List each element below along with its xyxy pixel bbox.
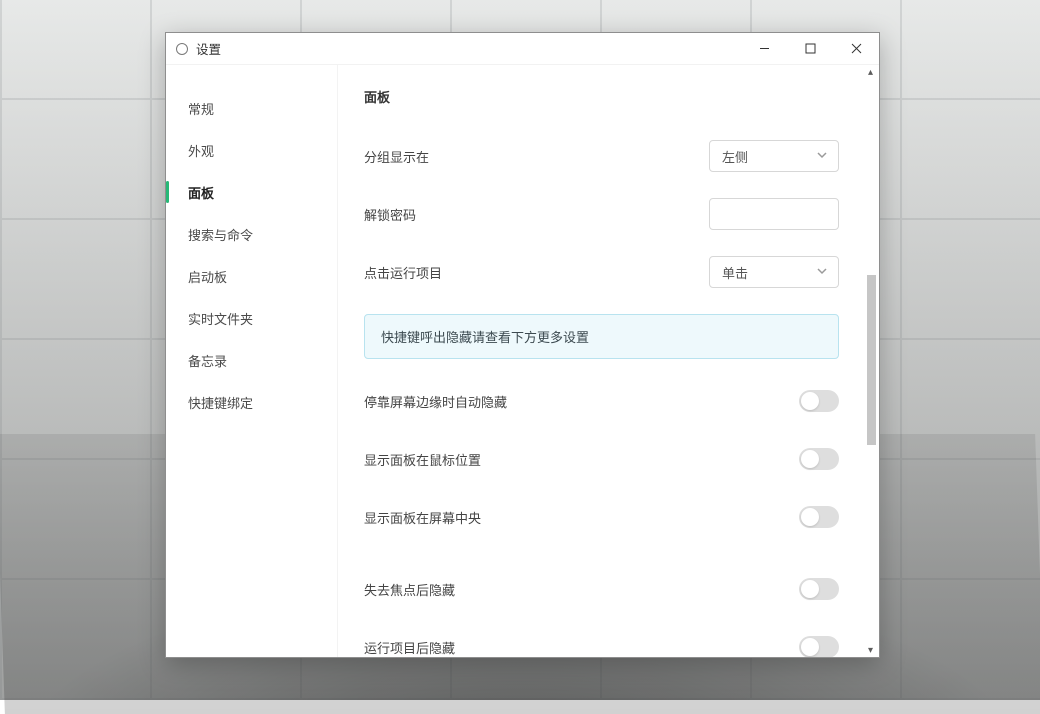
scrollbar-thumb[interactable] xyxy=(867,275,876,445)
sidebar-item-label: 快捷键绑定 xyxy=(188,393,253,412)
info-text: 快捷键呼出隐藏请查看下方更多设置 xyxy=(381,330,589,345)
group-display-select[interactable]: 左侧 xyxy=(709,140,839,172)
settings-window: 设置 常规 外观 面板 搜索与命令 启动板 实时文件夹 备忘录 快捷键绑定 面板 xyxy=(165,32,880,658)
close-button[interactable] xyxy=(833,33,879,65)
settings-content[interactable]: 面板 分组显示在 左侧 解锁密码 点击运行项目 xyxy=(338,65,879,657)
titlebar[interactable]: 设置 xyxy=(166,33,879,65)
sidebar-item-panel[interactable]: 面板 xyxy=(166,171,337,213)
row-toggle: 运行项目后隐藏 xyxy=(364,631,839,657)
section-title: 面板 xyxy=(364,87,839,106)
row-toggle: 显示面板在鼠标位置 xyxy=(364,443,839,475)
row-group-display: 分组显示在 左侧 xyxy=(364,140,839,172)
row-click-run: 点击运行项目 单击 xyxy=(364,256,839,288)
setting-label: 显示面板在屏幕中央 xyxy=(364,508,799,527)
sidebar-item-search-commands[interactable]: 搜索与命令 xyxy=(166,213,337,255)
setting-label: 解锁密码 xyxy=(364,205,709,224)
minimize-button[interactable] xyxy=(741,33,787,65)
row-unlock-password: 解锁密码 xyxy=(364,198,839,230)
window-title: 设置 xyxy=(196,39,221,58)
toggle-show-at-center[interactable] xyxy=(799,506,839,528)
hotkey-info-banner: 快捷键呼出隐藏请查看下方更多设置 xyxy=(364,314,839,359)
settings-sidebar: 常规 外观 面板 搜索与命令 启动板 实时文件夹 备忘录 快捷键绑定 xyxy=(166,65,338,657)
setting-label: 点击运行项目 xyxy=(364,263,709,282)
toggle-show-at-mouse[interactable] xyxy=(799,448,839,470)
select-value: 左侧 xyxy=(722,147,748,166)
sidebar-item-label: 搜索与命令 xyxy=(188,225,253,244)
row-toggle: 停靠屏幕边缘时自动隐藏 xyxy=(364,385,839,417)
click-run-select[interactable]: 单击 xyxy=(709,256,839,288)
sidebar-item-label: 常规 xyxy=(188,99,214,118)
chevron-down-icon xyxy=(816,265,828,280)
select-value: 单击 xyxy=(722,263,748,282)
sidebar-item-label: 外观 xyxy=(188,141,214,160)
sidebar-item-realtime-folder[interactable]: 实时文件夹 xyxy=(166,297,337,339)
setting-label: 分组显示在 xyxy=(364,147,709,166)
toggle-hide-on-blur[interactable] xyxy=(799,578,839,600)
sidebar-item-label: 面板 xyxy=(188,183,214,202)
toggle-auto-hide-edge[interactable] xyxy=(799,390,839,412)
scroll-down-arrow-icon[interactable]: ▾ xyxy=(864,643,877,657)
setting-label: 停靠屏幕边缘时自动隐藏 xyxy=(364,392,799,411)
sidebar-item-launchpad[interactable]: 启动板 xyxy=(166,255,337,297)
scroll-up-arrow-icon[interactable]: ▴ xyxy=(864,65,877,79)
maximize-button[interactable] xyxy=(787,33,833,65)
sidebar-item-general[interactable]: 常规 xyxy=(166,87,337,129)
app-icon xyxy=(176,43,188,55)
setting-label: 显示面板在鼠标位置 xyxy=(364,450,799,469)
sidebar-item-label: 备忘录 xyxy=(188,351,227,370)
unlock-password-input[interactable] xyxy=(709,198,839,230)
chevron-down-icon xyxy=(816,149,828,164)
sidebar-item-label: 实时文件夹 xyxy=(188,309,253,328)
sidebar-item-appearance[interactable]: 外观 xyxy=(166,129,337,171)
toggle-hide-after-run[interactable] xyxy=(799,636,839,657)
sidebar-item-hotkeys[interactable]: 快捷键绑定 xyxy=(166,381,337,423)
row-toggle: 显示面板在屏幕中央 xyxy=(364,501,839,533)
sidebar-item-label: 启动板 xyxy=(188,267,227,286)
setting-label: 失去焦点后隐藏 xyxy=(364,580,799,599)
setting-label: 运行项目后隐藏 xyxy=(364,638,799,657)
sidebar-item-memo[interactable]: 备忘录 xyxy=(166,339,337,381)
row-toggle: 失去焦点后隐藏 xyxy=(364,573,839,605)
